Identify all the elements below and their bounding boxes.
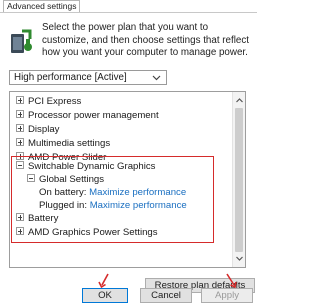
- chevron-down-icon: [152, 75, 161, 81]
- settings-tree[interactable]: PCI Express Processor power management D…: [9, 91, 246, 268]
- tree-scrollbar[interactable]: [232, 92, 245, 267]
- expand-plus-icon[interactable]: [16, 124, 24, 133]
- expand-plus-icon[interactable]: [16, 152, 24, 161]
- tree-item-on-battery: On battery: Maximize performance: [39, 187, 186, 199]
- scroll-down-icon[interactable]: [235, 254, 244, 263]
- plugged-in-label: Plugged in:: [39, 200, 88, 211]
- tree-item-global-settings[interactable]: Global Settings: [27, 174, 104, 186]
- expand-plus-icon[interactable]: [16, 96, 24, 105]
- apply-button[interactable]: Apply: [201, 288, 253, 303]
- expand-plus-icon[interactable]: [16, 138, 24, 147]
- power-plan-select[interactable]: High performance [Active]: [9, 70, 167, 85]
- collapse-minus-icon[interactable]: [27, 174, 35, 183]
- ok-button[interactable]: OK: [82, 288, 128, 303]
- tree-item-battery[interactable]: Battery: [16, 213, 58, 225]
- expand-plus-icon[interactable]: [16, 110, 24, 119]
- on-battery-label: On battery:: [39, 187, 87, 198]
- tree-item-multimedia-settings[interactable]: Multimedia settings: [16, 138, 110, 150]
- power-options-icon: [11, 29, 32, 53]
- tree-item-label: PCI Express: [28, 96, 82, 107]
- tree-item-label: Battery: [28, 213, 59, 224]
- expand-plus-icon[interactable]: [16, 227, 24, 236]
- collapse-minus-icon[interactable]: [16, 161, 24, 170]
- tree-item-label: Switchable Dynamic Graphics: [28, 161, 156, 172]
- scroll-thumb[interactable]: [235, 108, 243, 252]
- tree-item-processor-power-management[interactable]: Processor power management: [16, 110, 159, 122]
- cancel-button[interactable]: Cancel: [140, 288, 192, 303]
- plugged-in-value-link[interactable]: Maximize performance: [90, 200, 187, 211]
- tree-item-switchable-dynamic-graphics[interactable]: Switchable Dynamic Graphics: [16, 161, 155, 173]
- power-plan-value: High performance [Active]: [14, 72, 127, 83]
- tree-item-label: Processor power management: [28, 110, 159, 121]
- intro-text: Select the power plan that you want to c…: [42, 22, 249, 58]
- scroll-up-icon[interactable]: [235, 96, 244, 105]
- tab-divider: [0, 12, 257, 13]
- tree-item-label: Display: [28, 124, 60, 135]
- tree-item-label: Global Settings: [39, 174, 105, 185]
- tree-item-display[interactable]: Display: [16, 124, 59, 136]
- expand-plus-icon[interactable]: [16, 213, 24, 222]
- tree-item-amd-graphics-power-settings[interactable]: AMD Graphics Power Settings: [16, 227, 158, 239]
- tree-item-pci-express[interactable]: PCI Express: [16, 96, 81, 108]
- on-battery-value-link[interactable]: Maximize performance: [89, 187, 186, 198]
- tree-item-label: AMD Graphics Power Settings: [28, 227, 158, 238]
- tree-item-label: Multimedia settings: [28, 138, 111, 149]
- tab-strip: Advanced settings: [0, 0, 257, 13]
- tab-advanced-settings[interactable]: Advanced settings: [3, 0, 81, 12]
- tree-item-plugged-in: Plugged in: Maximize performance: [39, 200, 187, 212]
